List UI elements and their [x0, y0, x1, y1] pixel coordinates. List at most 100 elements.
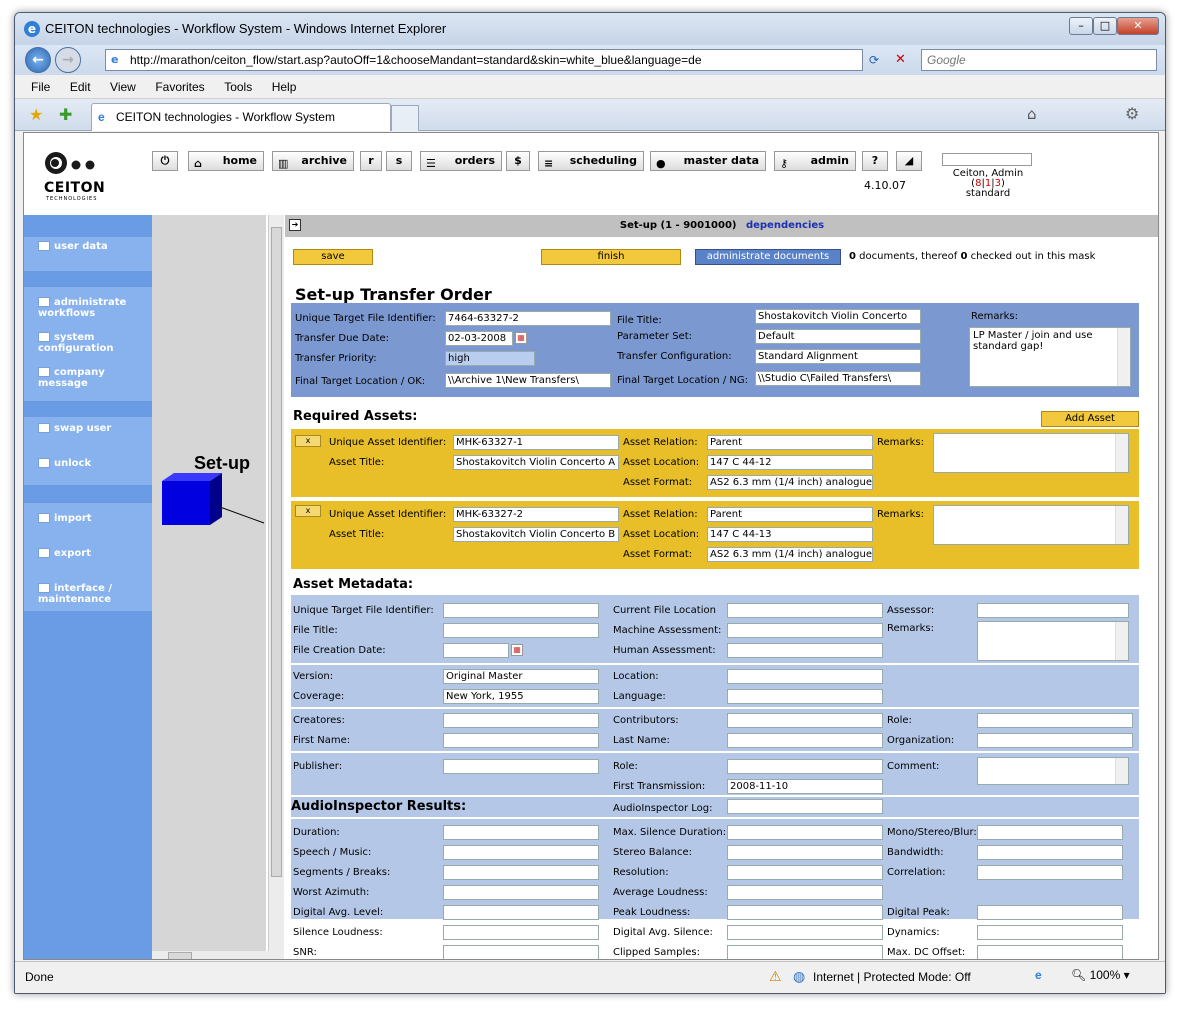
audio-left-0-input[interactable]: [443, 825, 599, 840]
meta-utfi-input[interactable]: [443, 603, 599, 618]
nav-interface-maintenance[interactable]: interface / maintenance: [38, 583, 138, 605]
audio-mid-5-input[interactable]: [727, 925, 883, 940]
calendar-icon[interactable]: ▦: [515, 332, 527, 344]
transfer-config-select[interactable]: Standard Alignment: [755, 349, 921, 364]
file-title-input[interactable]: Shostakovitch Violin Concerto: [755, 309, 921, 324]
meta-location-input[interactable]: [727, 669, 883, 684]
meta-role-input[interactable]: [977, 713, 1133, 728]
meta-human-assessment-input[interactable]: [727, 643, 883, 658]
audio-right-5-input[interactable]: [977, 925, 1123, 940]
audio-left-2-input[interactable]: [443, 865, 599, 880]
remove-asset-1-button[interactable]: x: [295, 435, 321, 447]
administrate-documents-button[interactable]: administrate documents: [695, 249, 841, 265]
menu-edit[interactable]: Edit: [70, 75, 91, 99]
parameter-set-select[interactable]: Default: [755, 329, 921, 344]
audio-right-1-input[interactable]: [977, 845, 1123, 860]
audio-right-0-input[interactable]: [977, 825, 1123, 840]
asset-2-identifier-input[interactable]: MHK-63327-2: [453, 507, 619, 522]
nav-user-data[interactable]: user data: [38, 241, 108, 252]
meta-coverage-input[interactable]: New York, 1955: [443, 689, 599, 704]
nav-swap-user[interactable]: swap user: [38, 423, 111, 434]
ie-status-icon[interactable]: e: [1035, 968, 1042, 982]
resize-button[interactable]: ◢: [896, 151, 922, 171]
audio-mid-2-input[interactable]: [727, 865, 883, 880]
audio-left-5-input[interactable]: [443, 925, 599, 940]
audio-right-6-input[interactable]: [977, 945, 1123, 959]
audio-left-6-input[interactable]: [443, 945, 599, 959]
audio-right-4-input[interactable]: [977, 905, 1123, 920]
dependencies-link[interactable]: dependencies: [746, 220, 824, 231]
asset-2-remarks-textarea[interactable]: [933, 505, 1129, 545]
scheduling-button[interactable]: ≡ scheduling: [538, 151, 644, 171]
orders-button[interactable]: ☰ orders: [420, 151, 502, 171]
meta-contributors-input[interactable]: [727, 713, 883, 728]
meta-publisher-role-input[interactable]: [727, 759, 883, 774]
asset-2-format-select[interactable]: AS2 6.3 mm (1/4 inch) analogue: [707, 547, 873, 562]
asset-2-title-input[interactable]: Shostakovitch Violin Concerto B: [453, 527, 619, 542]
archive-button[interactable]: ▥ archive: [272, 151, 354, 171]
url-input[interactable]: http://marathon/ceiton_flow/start.asp?au…: [105, 49, 863, 71]
asset-1-location-input[interactable]: 147 C 44-12: [707, 455, 873, 470]
meta-first-transmission-input[interactable]: 2008-11-10: [727, 779, 883, 794]
asset-2-location-input[interactable]: 147 C 44-13: [707, 527, 873, 542]
meta-machine-assessment-input[interactable]: [727, 623, 883, 638]
tab-ceiton[interactable]: e CEITON technologies - Workflow System: [91, 103, 391, 131]
asset-1-remarks-textarea[interactable]: [933, 433, 1129, 473]
meta-creation-date-input[interactable]: [443, 643, 509, 658]
asset-1-identifier-input[interactable]: MHK-63327-1: [453, 435, 619, 450]
final-target-ng-input[interactable]: \\Studio C\Failed Transfers\: [755, 371, 921, 386]
close-button[interactable]: ✕: [1117, 17, 1159, 35]
meta-firstname-input[interactable]: [443, 733, 599, 748]
meta-assessor-input[interactable]: [977, 603, 1129, 618]
r-button[interactable]: r: [360, 151, 382, 171]
meta-current-location-input[interactable]: [727, 603, 883, 618]
add-favorite-icon[interactable]: ✚: [59, 105, 72, 124]
menu-favorites[interactable]: Favorites: [155, 75, 204, 99]
add-asset-button[interactable]: Add Asset: [1041, 411, 1139, 427]
nav-unlock[interactable]: unlock: [38, 458, 91, 469]
remarks-textarea[interactable]: LP Master / join and use standard gap!: [969, 327, 1131, 387]
meta-lastname-input[interactable]: [727, 733, 883, 748]
due-date-input[interactable]: 02-03-2008: [445, 331, 513, 346]
utfi-input[interactable]: 7464-63327-2: [445, 311, 611, 326]
audio-log-input[interactable]: [727, 799, 883, 814]
meta-language-input[interactable]: [727, 689, 883, 704]
nav-system-configuration[interactable]: system configuration: [38, 332, 138, 354]
menu-view[interactable]: View: [110, 75, 136, 99]
asset-2-relation-select[interactable]: Parent: [707, 507, 873, 522]
nav-export[interactable]: export: [38, 548, 91, 559]
remove-asset-2-button[interactable]: x: [295, 505, 321, 517]
audio-mid-6-input[interactable]: [727, 945, 883, 959]
hscroll-thumb[interactable]: [168, 952, 192, 959]
minimize-button[interactable]: –: [1069, 17, 1093, 35]
audio-mid-0-input[interactable]: [727, 825, 883, 840]
audio-left-4-input[interactable]: [443, 905, 599, 920]
security-warning-icon[interactable]: ⚠: [769, 968, 782, 985]
canvas-vertical-scrollbar[interactable]: [268, 215, 284, 951]
zoom-control[interactable]: 🔍︎ 100% ▾: [1071, 968, 1130, 982]
asset-1-relation-select[interactable]: Parent: [707, 435, 873, 450]
audio-left-1-input[interactable]: [443, 845, 599, 860]
meta-remarks-textarea[interactable]: [977, 621, 1129, 661]
scroll-thumb[interactable]: [271, 227, 282, 877]
expand-icon[interactable]: ➔: [289, 219, 301, 231]
master-data-button[interactable]: ● master data: [650, 151, 766, 171]
canvas-horizontal-scrollbar[interactable]: [152, 951, 284, 959]
meta-publisher-input[interactable]: [443, 759, 599, 774]
refresh-icon[interactable]: ⟳: [869, 53, 879, 67]
forward-button[interactable]: →: [55, 47, 81, 73]
priority-select[interactable]: high: [445, 351, 535, 366]
meta-file-title-input[interactable]: [443, 623, 599, 638]
meta-version-input[interactable]: Original Master: [443, 669, 599, 684]
tools-gear-icon[interactable]: ⚙: [1125, 104, 1139, 123]
help-button[interactable]: ?: [862, 151, 888, 171]
audio-mid-4-input[interactable]: [727, 905, 883, 920]
meta-organization-input[interactable]: [977, 733, 1133, 748]
meta-creatores-input[interactable]: [443, 713, 599, 728]
audio-mid-1-input[interactable]: [727, 845, 883, 860]
menu-help[interactable]: Help: [272, 75, 297, 99]
asset-1-title-input[interactable]: Shostakovitch Violin Concerto A: [453, 455, 619, 470]
home-icon[interactable]: ⌂: [1027, 105, 1037, 123]
back-button[interactable]: ←: [25, 47, 51, 73]
search-input[interactable]: Google: [921, 49, 1157, 71]
